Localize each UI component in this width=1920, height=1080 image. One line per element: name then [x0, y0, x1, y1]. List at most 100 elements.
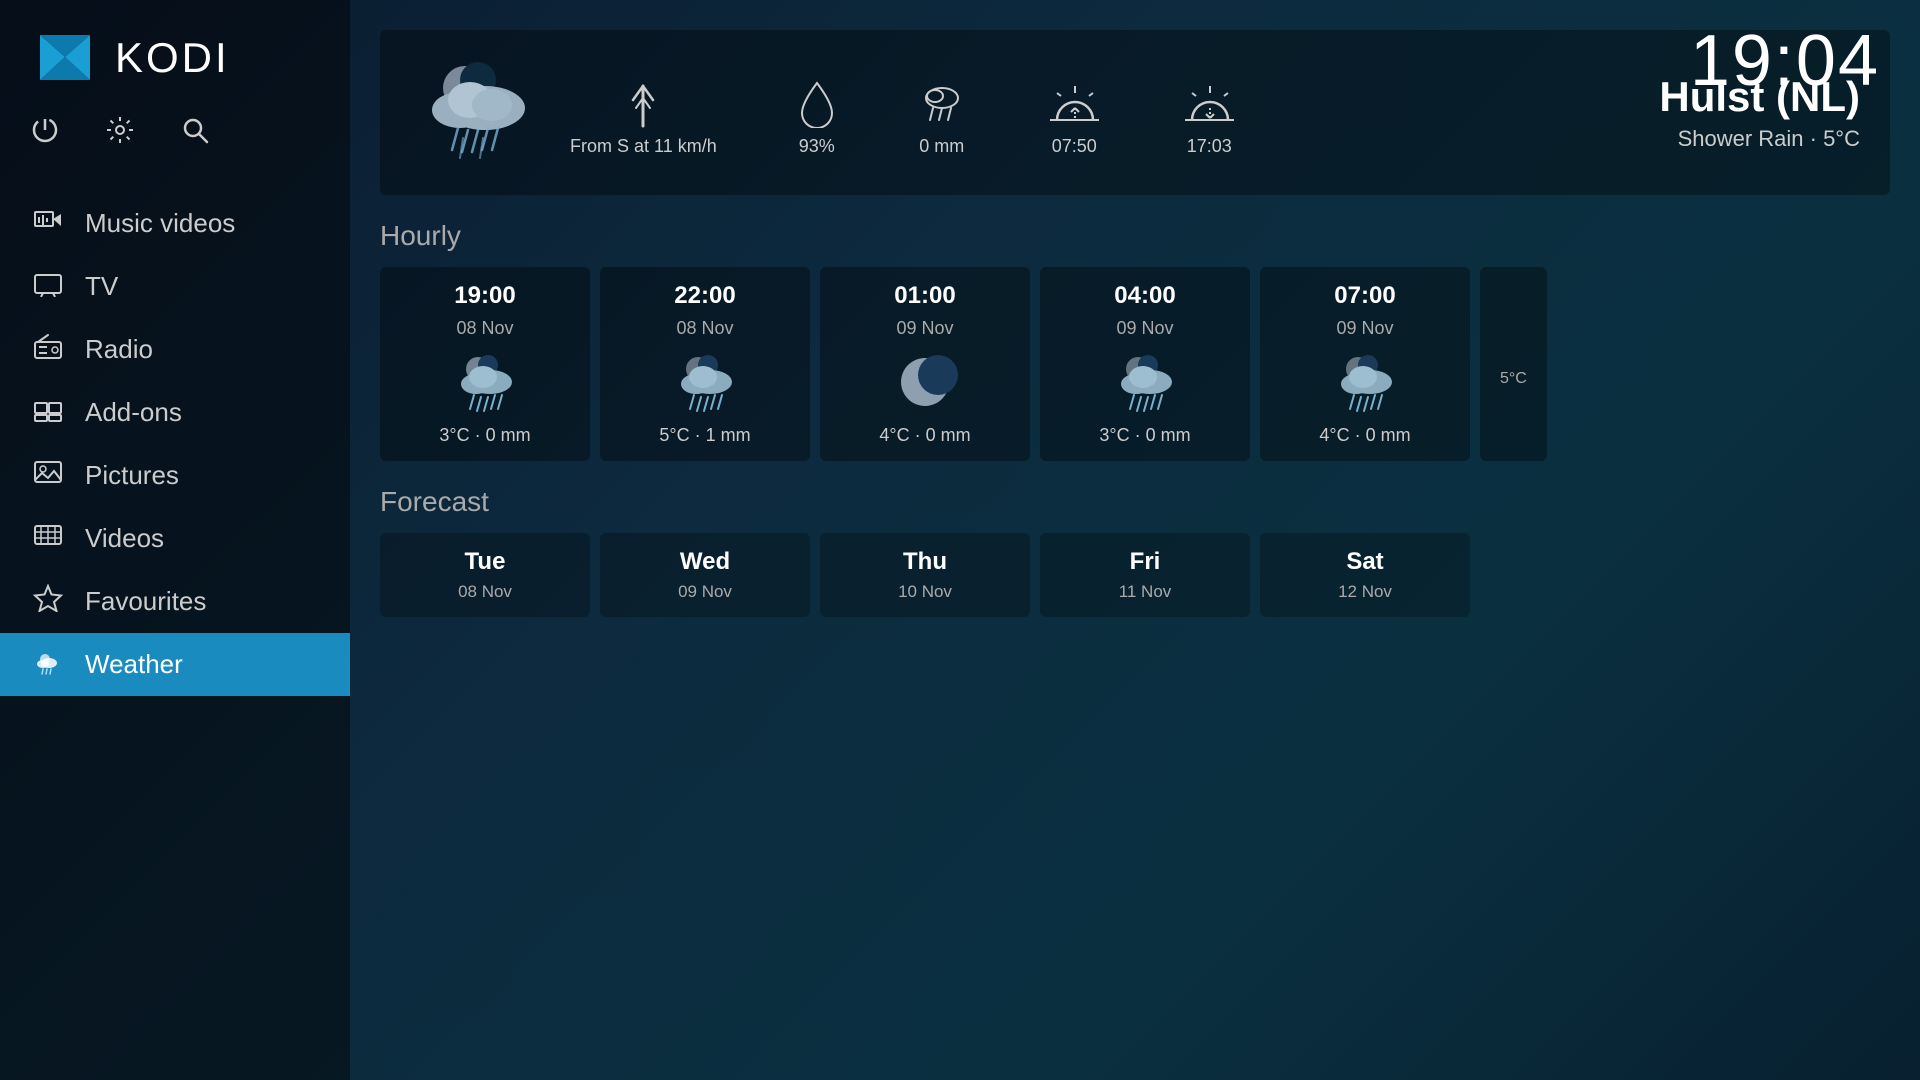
favourites-label: Favourites	[85, 586, 206, 617]
humidity-value: 93%	[799, 136, 835, 157]
wind-stat: From S at 11 km/h	[570, 78, 717, 157]
hourly-row: 19:00 08 Nov 3°C · 0 mm 22:00 08 Nov	[380, 267, 1890, 461]
hourly-temp-2: 4°C · 0 mm	[879, 425, 970, 446]
humidity-icon	[797, 78, 837, 128]
favourites-icon	[30, 584, 65, 619]
power-button[interactable]	[30, 115, 60, 152]
weather-header-card: From S at 11 km/h 93%	[380, 30, 1890, 195]
rain-stat: 0 mm	[917, 78, 967, 157]
hourly-temp-4: 4°C · 0 mm	[1319, 425, 1410, 446]
hourly-icon-1	[668, 347, 743, 417]
app-title: KODI	[115, 34, 230, 82]
hourly-icon-4	[1328, 347, 1403, 417]
sunset-icon	[1182, 78, 1237, 128]
pictures-label: Pictures	[85, 460, 179, 491]
kodi-logo	[30, 30, 100, 85]
forecast-card-0[interactable]: Tue 08 Nov	[380, 533, 590, 617]
forecast-card-3[interactable]: Fri 11 Nov	[1040, 533, 1250, 617]
sidebar-item-favourites[interactable]: Favourites	[0, 570, 350, 633]
navigation: Music videos TV	[0, 192, 350, 1080]
weather-label: Weather	[85, 649, 183, 680]
forecast-date-1: 09 Nov	[678, 582, 732, 602]
logo-area: KODI	[0, 0, 350, 105]
weather-stats: From S at 11 km/h 93%	[570, 78, 1237, 157]
sidebar-item-music-videos[interactable]: Music videos	[0, 192, 350, 255]
sidebar-item-videos[interactable]: Videos	[0, 507, 350, 570]
sidebar-item-weather[interactable]: Weather	[0, 633, 350, 696]
hourly-label: Hourly	[380, 220, 1890, 252]
hourly-temp-0: 3°C · 0 mm	[439, 425, 530, 446]
forecast-date-0: 08 Nov	[458, 582, 512, 602]
hourly-date-4: 09 Nov	[1336, 318, 1393, 339]
hourly-temp-5: 5°C	[1500, 370, 1527, 388]
videos-label: Videos	[85, 523, 164, 554]
tv-icon	[30, 269, 65, 304]
rain-icon	[917, 78, 967, 128]
sunrise-stat: 07:50	[1047, 78, 1102, 157]
rain-value: 0 mm	[919, 136, 964, 157]
music-videos-icon	[30, 206, 65, 241]
sunset-stat: 17:03	[1182, 78, 1237, 157]
sidebar: KODI	[0, 0, 350, 1080]
hourly-time-1: 22:00	[674, 282, 735, 310]
forecast-row: Tue 08 Nov Wed 09 Nov Thu 10 Nov Fri 11 …	[380, 533, 1890, 617]
forecast-day-3: Fri	[1130, 548, 1161, 576]
hourly-temp-1: 5°C · 1 mm	[659, 425, 750, 446]
forecast-card-2[interactable]: Thu 10 Nov	[820, 533, 1030, 617]
clock-display: 19:04	[1690, 20, 1880, 102]
forecast-day-0: Tue	[465, 548, 506, 576]
weather-header-left: From S at 11 km/h 93%	[410, 50, 1237, 175]
sidebar-item-tv[interactable]: TV	[0, 255, 350, 318]
radio-icon	[30, 332, 65, 367]
forecast-day-2: Thu	[903, 548, 947, 576]
hourly-date-0: 08 Nov	[456, 318, 513, 339]
search-button[interactable]	[180, 115, 210, 152]
radio-label: Radio	[85, 334, 153, 365]
hourly-date-3: 09 Nov	[1116, 318, 1173, 339]
hourly-card-0[interactable]: 19:00 08 Nov 3°C · 0 mm	[380, 267, 590, 461]
hourly-date-2: 09 Nov	[896, 318, 953, 339]
hourly-temp-3: 3°C · 0 mm	[1099, 425, 1190, 446]
hourly-icon-0	[448, 347, 523, 417]
forecast-date-3: 11 Nov	[1119, 582, 1172, 602]
settings-button[interactable]	[105, 115, 135, 152]
hourly-date-1: 08 Nov	[676, 318, 733, 339]
forecast-date-2: 10 Nov	[898, 582, 952, 602]
sunrise-value: 07:50	[1052, 136, 1097, 157]
hourly-time-2: 01:00	[894, 282, 955, 310]
forecast-day-4: Sat	[1346, 548, 1383, 576]
hourly-time-3: 04:00	[1114, 282, 1175, 310]
hourly-icon-3	[1108, 347, 1183, 417]
hourly-card-5[interactable]: 5°C	[1480, 267, 1547, 461]
sidebar-item-add-ons[interactable]: Add-ons	[0, 381, 350, 444]
add-ons-label: Add-ons	[85, 397, 182, 428]
forecast-label: Forecast	[380, 486, 1890, 518]
hourly-card-3[interactable]: 04:00 09 Nov 3°C · 0 mm	[1040, 267, 1250, 461]
add-ons-icon	[30, 395, 65, 430]
forecast-card-4[interactable]: Sat 12 Nov	[1260, 533, 1470, 617]
hourly-time-0: 19:00	[454, 282, 515, 310]
wind-value: From S at 11 km/h	[570, 136, 717, 157]
hourly-card-4[interactable]: 07:00 09 Nov 4°C · 0 mm	[1260, 267, 1470, 461]
sunset-value: 17:03	[1187, 136, 1232, 157]
sunrise-icon	[1047, 78, 1102, 128]
humidity-stat: 93%	[797, 78, 837, 157]
hourly-card-1[interactable]: 22:00 08 Nov 5°C · 1 mm	[600, 267, 810, 461]
sidebar-icon-row	[0, 105, 350, 182]
music-videos-label: Music videos	[85, 208, 235, 239]
tv-label: TV	[85, 271, 118, 302]
weather-icon	[30, 647, 65, 682]
pictures-icon	[30, 458, 65, 493]
current-weather-icon	[410, 50, 540, 175]
forecast-card-1[interactable]: Wed 09 Nov	[600, 533, 810, 617]
sidebar-item-pictures[interactable]: Pictures	[0, 444, 350, 507]
hourly-icon-2	[888, 347, 963, 417]
wind-icon	[618, 78, 668, 128]
hourly-card-2[interactable]: 01:00 09 Nov 4°C · 0 mm	[820, 267, 1030, 461]
hourly-time-4: 07:00	[1334, 282, 1395, 310]
weather-description: Shower Rain · 5°C	[1659, 126, 1860, 152]
videos-icon	[30, 521, 65, 556]
sidebar-item-radio[interactable]: Radio	[0, 318, 350, 381]
forecast-date-4: 12 Nov	[1338, 582, 1392, 602]
main-content: 19:04	[350, 0, 1920, 1080]
